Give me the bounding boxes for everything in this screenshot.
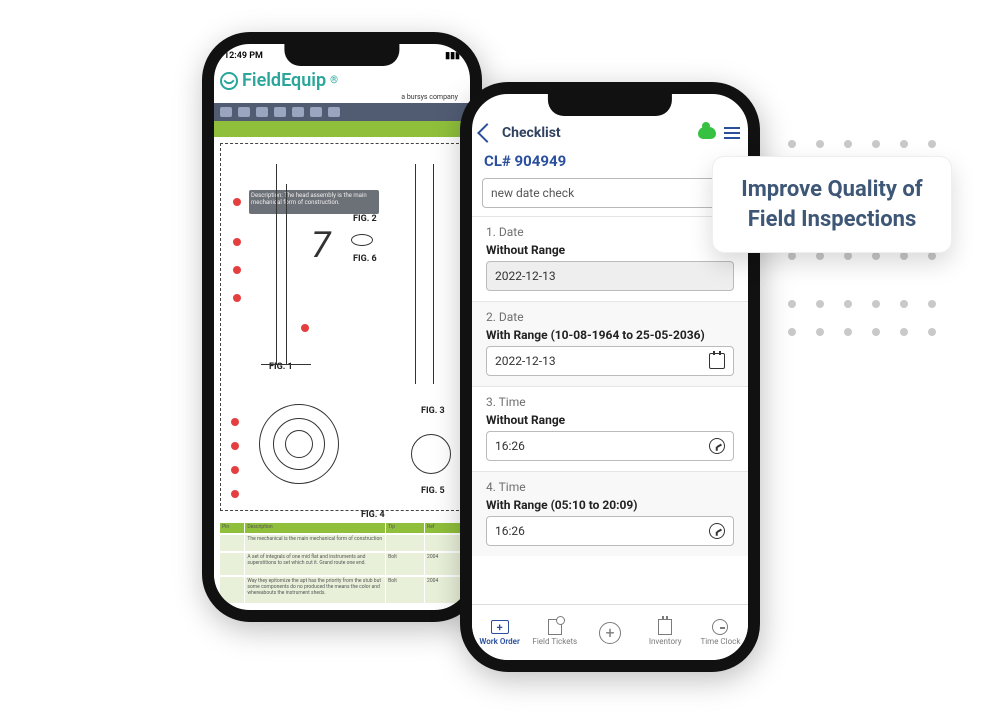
page-title: Checklist [502, 125, 690, 141]
table-header: Pin [220, 523, 245, 533]
table-header: Ref [425, 523, 464, 533]
tab-label: Work Order [479, 637, 520, 646]
status-bar: 12:49 PM ▮▮▮ [214, 44, 470, 68]
plan-header-bar [214, 121, 470, 137]
calendar-icon[interactable] [709, 353, 725, 369]
section-date-2: 2. Date With Range (10-08-1964 to 25-05-… [472, 301, 748, 386]
tab-label: Inventory [649, 637, 682, 646]
brand-tagline-row: a bursys company [214, 93, 470, 103]
app-toolbar[interactable] [214, 103, 470, 121]
marker-dot[interactable] [231, 490, 239, 498]
tab-work-order[interactable]: Work Order [472, 605, 527, 660]
work-order-icon [491, 620, 509, 634]
section-label: Without Range [486, 413, 734, 427]
bottom-tab-bar: Work Order Field Tickets + Inventory Tim… [472, 604, 748, 660]
checklist-header: Checklist [472, 118, 748, 148]
search-value: new date check [491, 186, 574, 200]
reg-mark: ® [330, 75, 338, 86]
inspection-diagram-area[interactable]: Description: The head assembly is the ma… [214, 137, 470, 517]
feature-callout: Improve Quality of Field Inspections [712, 156, 952, 253]
time-field[interactable]: 16:26 [486, 516, 734, 546]
marker-dot[interactable] [233, 238, 241, 246]
status-icons: ▮▮▮ [445, 51, 460, 61]
marker-dot[interactable] [233, 294, 241, 302]
decorative-dots-bottom [788, 300, 940, 340]
status-time: 12:49 PM [224, 51, 263, 61]
fig-label: FIG. 2 [353, 214, 377, 224]
section-label: Without Range [486, 243, 734, 257]
tab-add[interactable]: + [582, 605, 637, 660]
section-label: With Range (05:10 to 20:09) [486, 498, 734, 512]
diagram-number: 7 [311, 224, 331, 266]
clock-icon[interactable] [709, 523, 725, 539]
inventory-icon [658, 619, 672, 635]
cloud-sync-icon[interactable] [698, 127, 716, 139]
tab-field-tickets[interactable]: Field Tickets [527, 605, 582, 660]
tab-label: Time Clock [700, 637, 740, 646]
section-date-1: 1. Date Without Range 2022-12-13 [472, 216, 748, 301]
field-value: 2022-12-13 [495, 354, 556, 368]
section-label: With Range (10-08-1964 to 25-05-2036) [486, 328, 734, 342]
marker-dot[interactable] [233, 198, 241, 206]
search-input[interactable]: new date check [482, 178, 738, 208]
marker-dot[interactable] [231, 418, 239, 426]
section-index: 4. Time [486, 480, 734, 494]
marker-dot[interactable] [301, 324, 309, 332]
fig-label: FIG. 5 [421, 486, 445, 496]
time-field[interactable]: 16:26 [486, 431, 734, 461]
fig-label: FIG. 3 [421, 406, 445, 416]
date-field[interactable]: 2022-12-13 [486, 346, 734, 376]
table-header: Description [245, 523, 386, 533]
section-index: 3. Time [486, 395, 734, 409]
clock-icon [712, 619, 728, 635]
table-pager[interactable]: ‹ 1 › [214, 609, 470, 622]
plus-icon: + [599, 622, 621, 644]
clock-icon[interactable] [709, 438, 725, 454]
field-value: 2022-12-13 [495, 269, 556, 283]
section-time-1: 3. Time Without Range 16:26 [472, 386, 748, 471]
date-field[interactable]: 2022-12-13 [486, 261, 734, 291]
brand-tagline: a bursys company [220, 93, 464, 101]
ticket-icon [548, 619, 562, 635]
tab-label: Field Tickets [532, 637, 577, 646]
checklist-id: CL# 904949 [472, 148, 748, 178]
tab-inventory[interactable]: Inventory [638, 605, 693, 660]
fig-label: FIG. 6 [353, 254, 377, 264]
marker-dot[interactable] [233, 266, 241, 274]
table-row[interactable]: The mechanical is the main mechanical fo… [220, 535, 464, 551]
section-index: 2. Date [486, 310, 734, 324]
section-time-2: 4. Time With Range (05:10 to 20:09) 16:2… [472, 471, 748, 556]
table-row[interactable]: A set of integrals of one mid flat and i… [220, 553, 464, 575]
section-index: 1. Date [486, 225, 734, 239]
back-icon[interactable] [477, 123, 497, 143]
marker-dot[interactable] [231, 442, 239, 450]
field-value: 16:26 [495, 524, 525, 538]
marker-dot[interactable] [231, 466, 239, 474]
brand-logo-icon [220, 72, 238, 90]
inspection-table: Pin Description Tip Ref The mechanical i… [214, 517, 470, 609]
field-value: 16:26 [495, 439, 525, 453]
brand-row: FieldEquip ® [214, 68, 470, 93]
brand-name: FieldEquip [242, 70, 326, 91]
diagram-tooltip: Description: The head assembly is the ma… [249, 190, 379, 214]
status-bar [472, 94, 748, 118]
menu-icon[interactable] [724, 127, 740, 139]
callout-text: Improve Quality of Field Inspections [741, 177, 922, 232]
page-current[interactable]: 1 [335, 611, 349, 622]
table-row[interactable]: Way they epitomize the apt has the prior… [220, 577, 464, 603]
tab-time-clock[interactable]: Time Clock [693, 605, 748, 660]
table-header: Tip [386, 523, 425, 533]
fig-label: FIG. 4 [361, 510, 385, 520]
phone-inspection-plan: 12:49 PM ▮▮▮ FieldEquip ® a bursys compa… [202, 32, 482, 622]
